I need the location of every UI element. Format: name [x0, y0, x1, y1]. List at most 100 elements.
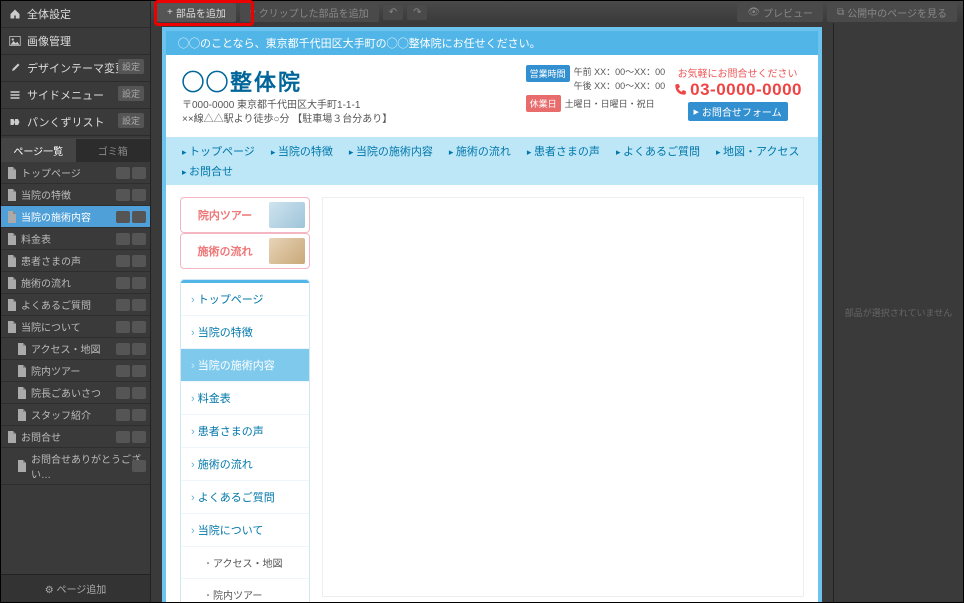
undo-button[interactable]: ↶ — [383, 5, 403, 20]
page-settings-button[interactable] — [116, 255, 130, 267]
nav-badge[interactable]: 設定 — [118, 59, 144, 74]
bread-icon — [9, 116, 21, 128]
page-edit-button[interactable] — [132, 233, 146, 245]
page-icon — [7, 255, 17, 267]
view-public-button[interactable]: ⧉公開中のページを見る — [827, 3, 957, 22]
page-settings-button[interactable] — [116, 431, 130, 443]
page-item[interactable]: 院長ごあいさつ — [1, 382, 150, 404]
redo-icon: ↷ — [413, 7, 421, 18]
nav-item-0[interactable]: 全体設定 — [1, 1, 150, 28]
page-edit-button[interactable] — [132, 431, 146, 443]
page-label: 患者さまの声 — [21, 253, 81, 268]
gnav-item[interactable]: よくあるご質問 — [610, 143, 706, 159]
page-edit-button[interactable] — [132, 167, 146, 179]
nav-item-4[interactable]: パンくずリスト設定 — [1, 109, 150, 136]
gnav-item[interactable]: 当院の施術内容 — [343, 143, 439, 159]
nav-item-3[interactable]: サイドメニュー設定 — [1, 82, 150, 109]
hours-badge: 営業時間 — [526, 65, 570, 82]
page-edit-button[interactable] — [132, 365, 146, 377]
add-clipped-button[interactable]: +クリップした部品を追加 — [240, 3, 379, 22]
page-settings-button[interactable] — [116, 321, 130, 333]
side-menu-item[interactable]: 施術の流れ — [181, 448, 309, 481]
tab-pages[interactable]: ページ一覧 — [1, 138, 76, 162]
side-menu-item[interactable]: 当院の特徴 — [181, 316, 309, 349]
page-edit-button[interactable] — [132, 343, 146, 355]
menu-icon — [9, 89, 21, 101]
page-label: 施術の流れ — [21, 275, 71, 290]
page-icon — [7, 321, 17, 333]
page-item[interactable]: 患者さまの声 — [1, 250, 150, 272]
page-icon — [17, 460, 27, 472]
page-edit-button[interactable] — [132, 409, 146, 421]
home-icon — [9, 8, 21, 20]
page-settings-button[interactable] — [116, 343, 130, 355]
page-settings-button[interactable] — [116, 211, 130, 223]
canvas-scroll[interactable]: ◯◯のことなら、東京都千代田区大手町の◯◯整体院にお任せください。 ◯◯整体院 … — [151, 23, 833, 602]
page-item[interactable]: 当院の特徴 — [1, 184, 150, 206]
preview-button[interactable]: 👁プレビュー — [737, 3, 823, 22]
page-item[interactable]: お問合せ — [1, 426, 150, 448]
page-add-button[interactable]: ページ追加 — [1, 574, 150, 602]
gnav-item[interactable]: トップページ — [176, 143, 261, 159]
page-edit-button[interactable] — [132, 255, 146, 267]
page-item[interactable]: お問合せありがとうござい… — [1, 448, 150, 485]
page-edit-button[interactable] — [132, 387, 146, 399]
page-edit-button[interactable] — [132, 460, 146, 472]
page-edit-button[interactable] — [132, 321, 146, 333]
eye-icon: 👁 — [747, 7, 760, 18]
page-item[interactable]: トップページ — [1, 162, 150, 184]
page-settings-button[interactable] — [116, 409, 130, 421]
page-item[interactable]: スタッフ紹介 — [1, 404, 150, 426]
nav-item-1[interactable]: 画像管理 — [1, 28, 150, 55]
nav-badge[interactable]: 設定 — [118, 86, 144, 101]
side-menu: トップページ当院の特徴当院の施術内容料金表患者さまの声施術の流れよくあるご質問当… — [180, 279, 310, 602]
page-label: 院長ごあいさつ — [31, 385, 101, 400]
page-settings-button[interactable] — [116, 189, 130, 201]
gnav-item[interactable]: 当院の特徴 — [265, 143, 339, 159]
nav-label: 全体設定 — [27, 6, 71, 22]
inquiry-button[interactable]: お問合せフォーム — [688, 102, 788, 121]
side-menu-item[interactable]: 料金表 — [181, 382, 309, 415]
side-menu-item[interactable]: よくあるご質問 — [181, 481, 309, 514]
tab-trash[interactable]: ゴミ箱 — [76, 138, 151, 162]
gnav-item[interactable]: 患者さまの声 — [521, 143, 606, 159]
gnav-item[interactable]: 施術の流れ — [443, 143, 517, 159]
page-icon — [7, 233, 17, 245]
side-menu-item[interactable]: トップページ — [181, 283, 309, 316]
side-menu-item[interactable]: 院内ツアー — [181, 579, 309, 602]
page-settings-button[interactable] — [116, 299, 130, 311]
page-edit-button[interactable] — [132, 189, 146, 201]
side-menu-item[interactable]: 当院の施術内容 — [181, 349, 309, 382]
page-item[interactable]: 料金表 — [1, 228, 150, 250]
page-item[interactable]: 院内ツアー — [1, 360, 150, 382]
page-item[interactable]: 当院の施術内容 — [1, 206, 150, 228]
page-item[interactable]: アクセス・地図 — [1, 338, 150, 360]
page-settings-button[interactable] — [116, 167, 130, 179]
page-settings-button[interactable] — [116, 387, 130, 399]
redo-button[interactable]: ↷ — [407, 5, 427, 20]
page-item[interactable]: 当院について — [1, 316, 150, 338]
page-edit-button[interactable] — [132, 211, 146, 223]
side-menu-item[interactable]: アクセス・地図 — [181, 547, 309, 579]
main-area: +部品を追加 +クリップした部品を追加 ↶ ↷ 👁プレビュー ⧉公開中のページを… — [151, 1, 963, 602]
page-edit-button[interactable] — [132, 299, 146, 311]
page-settings-button[interactable] — [116, 233, 130, 245]
page-settings-button[interactable] — [116, 277, 130, 289]
side-menu-item[interactable]: 当院について — [181, 514, 309, 547]
nav-badge[interactable]: 設定 — [118, 113, 144, 128]
gnav-item[interactable]: 地図・アクセス — [710, 143, 805, 159]
page-icon — [17, 387, 27, 399]
page-item[interactable]: よくあるご質問 — [1, 294, 150, 316]
side-menu-item[interactable]: 患者さまの声 — [181, 415, 309, 448]
feature-card[interactable]: 院内ツアー — [180, 197, 310, 233]
add-part-button[interactable]: +部品を追加 — [157, 3, 236, 22]
plus-icon: + — [250, 7, 256, 18]
page-edit-button[interactable] — [132, 277, 146, 289]
feature-card[interactable]: 施術の流れ — [180, 233, 310, 269]
page-settings-button[interactable] — [116, 365, 130, 377]
nav-item-2[interactable]: デザインテーマ変更設定 — [1, 55, 150, 82]
page-icon — [7, 189, 17, 201]
page-item[interactable]: 施術の流れ — [1, 272, 150, 294]
gnav-item[interactable]: お問合せ — [176, 163, 239, 179]
feature-thumb — [269, 202, 305, 228]
